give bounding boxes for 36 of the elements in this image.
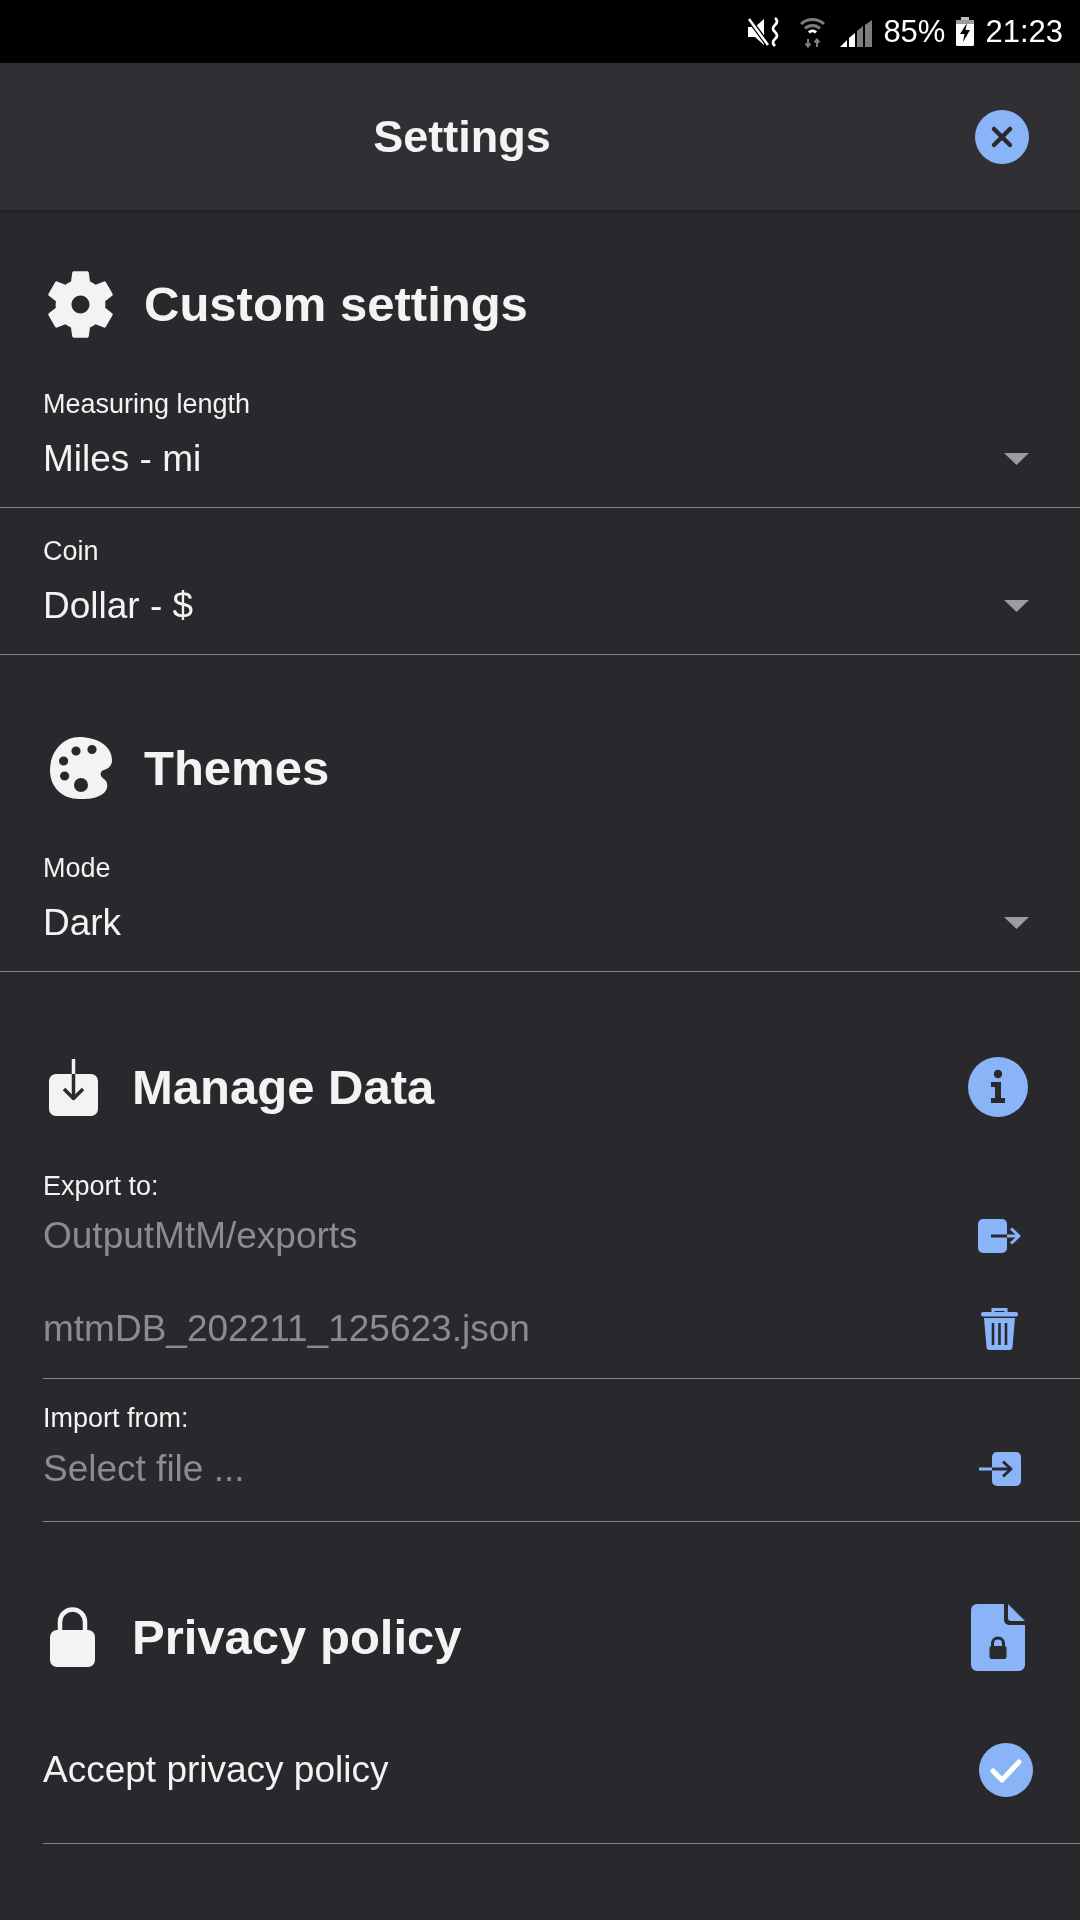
caret-icon [1004,917,1029,929]
field-label: Import from: [43,1402,190,1435]
lock-icon [49,1607,96,1667]
select-dropdown[interactable]: Dollar - $ [43,581,1029,631]
document-lock-icon[interactable] [971,1603,1025,1671]
wifi-icon [800,15,826,48]
export-file-name: mtmDB_202211_125623.json [43,1308,530,1350]
signal-icon [840,20,873,47]
section-heading: Privacy policy [132,1609,462,1666]
file-input-field[interactable]: Select file ... [43,1444,938,1494]
select-dropdown[interactable]: Miles - mi [43,434,1029,484]
export-folder-path: OutputMtM/exports [43,1215,358,1257]
select-dropdown[interactable]: Dark [43,898,1029,948]
field-label: Mode [43,852,112,885]
trash-icon[interactable] [981,1308,1018,1350]
field-label: Export to: [43,1170,160,1203]
section-heading: Custom settings [144,276,528,333]
import-icon[interactable] [978,1452,1021,1486]
gear-icon [46,270,115,338]
screen-title: Settings [373,109,551,164]
checkbox-label: Accept privacy policy [43,1749,389,1791]
clock-time: 21:23 [985,13,1063,50]
field-label: Measuring length [43,388,252,421]
export-icon[interactable] [978,1219,1021,1253]
info-icon[interactable] [968,1057,1028,1117]
section-heading: Themes [144,740,330,797]
caret-icon [1004,600,1029,612]
battery-icon [955,17,976,46]
download-icon [49,1058,98,1116]
field-label: Coin [43,535,100,568]
close-icon[interactable] [975,109,1029,164]
caret-icon [1004,453,1029,465]
palette-icon [49,736,113,800]
checkbox[interactable] [979,1743,1033,1797]
battery-percentage: 85% [883,13,946,50]
section-heading: Manage Data [132,1059,435,1116]
